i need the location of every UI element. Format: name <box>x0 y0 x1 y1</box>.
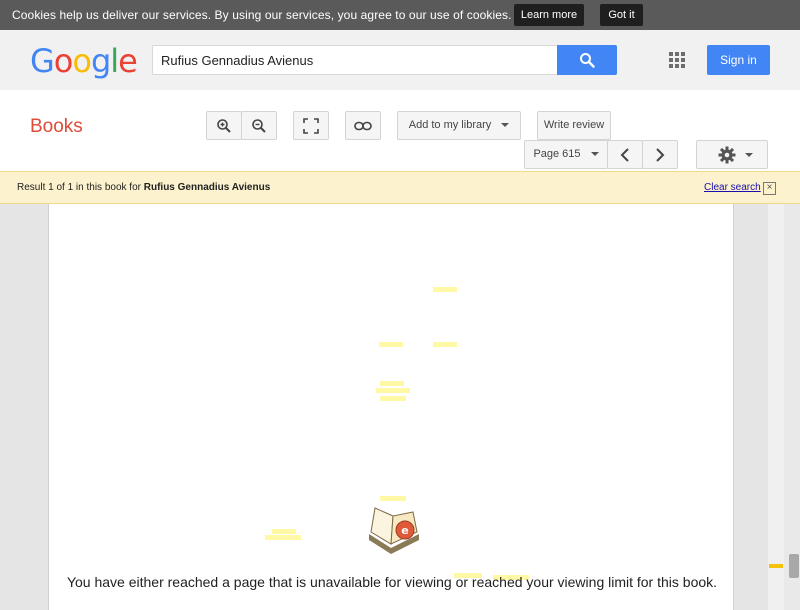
book-icon: e <box>369 507 419 554</box>
search-highlight <box>433 287 457 292</box>
result-marker[interactable] <box>769 564 783 568</box>
chevron-down-icon <box>590 152 599 157</box>
prev-page-icon <box>620 147 629 162</box>
add-to-library-label: Add to my library <box>408 119 492 131</box>
sign-in-button[interactable]: Sign in <box>707 45 770 75</box>
chevron-down-icon <box>745 153 753 157</box>
search-highlight <box>379 342 403 347</box>
settings-menu-button[interactable] <box>696 140 768 169</box>
page-select-label: Page 615 <box>533 148 581 160</box>
search-highlight <box>272 529 296 534</box>
fullscreen-button[interactable] <box>293 111 329 140</box>
apps-grid-icon[interactable] <box>669 52 685 68</box>
result-summary: Result 1 of 1 in this book for Rufius Ge… <box>17 182 271 193</box>
books-title[interactable]: Books <box>30 116 83 138</box>
cookie-bar: Cookies help us deliver our services. By… <box>0 0 800 30</box>
header: Google Rufius Gennadius Avienus Sign in <box>0 30 800 90</box>
chevron-down-icon <box>501 123 510 128</box>
search-button[interactable] <box>557 45 617 75</box>
search-highlight <box>433 342 457 347</box>
google-logo[interactable]: Google <box>30 42 138 80</box>
zoom-out-icon <box>252 118 266 133</box>
close-icon[interactable]: × <box>763 182 776 195</box>
result-query: Rufius Gennadius Avienus <box>143 182 271 193</box>
cookie-message: Cookies help us deliver our services. By… <box>12 8 512 22</box>
link-button[interactable] <box>345 111 381 140</box>
zoom-out-button[interactable] <box>241 111 277 140</box>
search-result-bar: Result 1 of 1 in this book for Rufius Ge… <box>0 171 800 204</box>
search-icon <box>580 53 595 68</box>
search-highlight <box>380 396 406 401</box>
unavailable-message: You have either reached a page that is u… <box>66 574 718 590</box>
results-track <box>768 204 784 610</box>
scrollbar[interactable] <box>784 204 800 610</box>
search-highlight <box>380 496 406 501</box>
scrollbar-thumb[interactable] <box>789 554 799 578</box>
search-input[interactable]: Rufius Gennadius Avienus <box>152 45 558 75</box>
book-viewer: e You have either reached a page that is… <box>0 204 800 610</box>
book-page: e You have either reached a page that is… <box>48 204 734 610</box>
zoom-in-icon <box>217 118 231 133</box>
write-review-button[interactable]: Write review <box>537 111 611 140</box>
gear-icon <box>718 146 736 163</box>
got-it-button[interactable]: Got it <box>600 4 643 26</box>
search-highlight <box>376 388 410 393</box>
next-page-icon <box>656 147 665 162</box>
zoom-in-button[interactable] <box>206 111 242 140</box>
next-page-button[interactable] <box>642 140 678 169</box>
page-select[interactable]: Page 615 <box>524 140 608 169</box>
fullscreen-icon <box>303 117 319 134</box>
link-icon <box>354 121 372 130</box>
clear-search-link[interactable]: Clear search <box>704 182 761 193</box>
learn-more-button[interactable]: Learn more <box>514 4 584 26</box>
search-highlight <box>265 535 301 540</box>
svg-text:e: e <box>401 524 408 537</box>
search-highlight <box>380 381 404 386</box>
prev-page-button[interactable] <box>607 140 643 169</box>
add-to-library-button[interactable]: Add to my library <box>397 111 521 140</box>
